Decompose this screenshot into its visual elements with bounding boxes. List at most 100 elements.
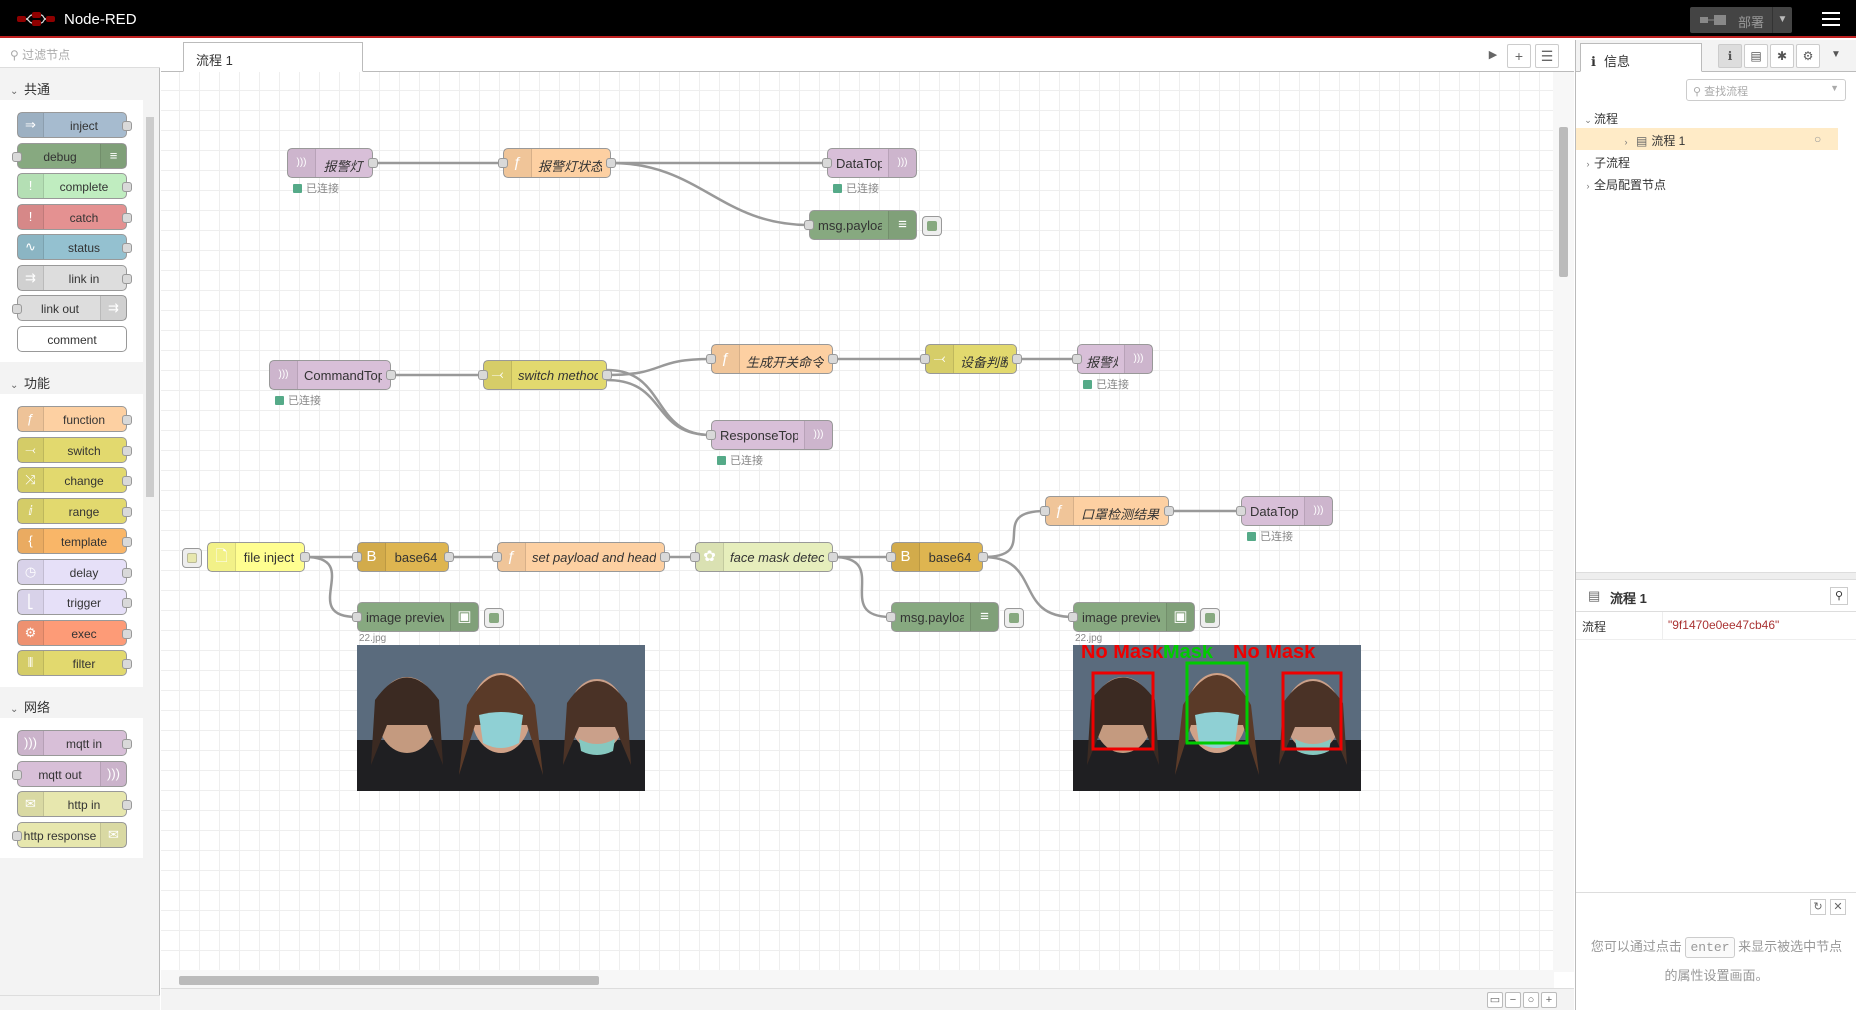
flow-node-n19[interactable]: ≡ msg.payload [886, 602, 1024, 632]
palette-node-change[interactable]: ⤨ change [17, 467, 132, 493]
refresh-icon[interactable]: ↻ [1810, 899, 1826, 915]
output-port[interactable] [1012, 354, 1022, 364]
tab-info[interactable]: ℹ 信息 [1580, 43, 1702, 72]
debug-toggle-button[interactable] [922, 216, 942, 236]
output-port[interactable] [444, 552, 454, 562]
flow-node-n5[interactable]: ))) CommandTopic [269, 360, 396, 390]
palette-node-complete[interactable]: ! complete [17, 173, 132, 199]
flow-node-n12[interactable]: Bbase64 [352, 542, 454, 572]
canvas-horizontal-scrollbar[interactable] [161, 970, 1554, 988]
input-port[interactable] [478, 370, 488, 380]
flow-node-n16[interactable]: ƒ 口罩检测结果 [1040, 496, 1174, 526]
input-port[interactable] [498, 158, 508, 168]
inject-trigger-button[interactable] [182, 548, 202, 568]
output-port[interactable] [368, 158, 378, 168]
debug-bug-icon[interactable]: ✱ [1770, 44, 1794, 68]
tree-flow-1[interactable]: › ▤ 流程 1 ○ [1576, 128, 1838, 150]
zoom-in-button[interactable]: + [1541, 992, 1557, 1008]
sidebar-splitter[interactable] [1576, 572, 1856, 580]
palette-category-header[interactable]: ⌄ 共通 [0, 70, 143, 100]
debug-toggle-button[interactable] [484, 608, 504, 628]
flow-node-n15[interactable]: Bbase64 [886, 542, 988, 572]
output-port[interactable] [660, 552, 670, 562]
flow-node-n2[interactable]: ƒ 报警灯状态 [498, 148, 616, 178]
output-port[interactable] [828, 552, 838, 562]
find-flow-input[interactable]: ⚲ 查找流程 ▼ [1686, 79, 1846, 101]
palette-node-delay[interactable]: ◷ delay [17, 558, 132, 585]
flow-node-n9[interactable]: ))) 报警灯 [1072, 344, 1153, 374]
palette-category-header[interactable]: ⌄ 网络 [0, 688, 143, 718]
wire[interactable] [606, 378, 712, 437]
flow-node-n20[interactable]: ▣ image preview [1068, 602, 1220, 632]
add-flow-button[interactable]: + [1507, 44, 1531, 68]
scroll-tabs-right-icon[interactable]: ▶ [1481, 44, 1505, 68]
output-port[interactable] [602, 370, 612, 380]
palette-node-range[interactable]: ⅈ range [17, 497, 132, 524]
zoom-out-button[interactable]: − [1505, 992, 1521, 1008]
palette-node-debug[interactable]: ≡ debug [12, 142, 127, 169]
sidebar-menu-chevron-icon[interactable]: ▼ [1824, 44, 1848, 68]
tree-subflows[interactable]: › 子流程 [1576, 150, 1838, 172]
output-port[interactable] [386, 370, 396, 380]
debug-toggle-button[interactable] [1200, 608, 1220, 628]
wire[interactable] [832, 555, 892, 619]
flow-node-n14[interactable]: ✿ face mask detect [690, 542, 838, 572]
wire[interactable] [304, 555, 358, 619]
palette-node-comment[interactable]: comment [17, 325, 127, 352]
palette-node-function[interactable]: ƒ function [17, 406, 132, 432]
flow-canvas[interactable]: )))报警灯已连接ƒ报警灯状态)))DataTopic已连接≡msg.paylo… [161, 72, 1554, 970]
canvas-vertical-scrollbar[interactable] [1553, 72, 1574, 972]
flow-node-n6[interactable]: ⤙ switch method [478, 360, 612, 390]
palette-filter-input[interactable]: ⚲ 过滤节点 [0, 40, 160, 68]
palette-node-mqtt-in[interactable]: ))) mqtt in [17, 730, 132, 756]
wire[interactable] [982, 509, 1046, 559]
input-port[interactable] [690, 552, 700, 562]
close-icon[interactable]: ✕ [1830, 899, 1846, 915]
zoom-reset-button[interactable]: ○ [1523, 992, 1539, 1008]
palette-category-header[interactable]: ⌄ 功能 [0, 364, 143, 394]
input-port[interactable] [492, 552, 502, 562]
palette-node-trigger[interactable]: ⎣ trigger [17, 589, 132, 615]
palette-node-switch[interactable]: ⤙ switch [17, 436, 132, 463]
palette-node-http-response[interactable]: ✉ http response [12, 821, 127, 848]
search-options-chevron-icon[interactable]: ▼ [1830, 83, 1839, 93]
flow-node-n3[interactable]: ))) DataTopic [822, 148, 917, 178]
config-gear-icon[interactable]: ⚙ [1796, 44, 1820, 68]
input-port[interactable] [1236, 506, 1246, 516]
flow-node-n8[interactable]: ⤙ 设备判断 [920, 344, 1022, 374]
navigator-icon[interactable]: ▭ [1487, 992, 1503, 1008]
input-port[interactable] [706, 430, 716, 440]
input-port[interactable] [352, 612, 362, 622]
tree-global-config[interactable]: › 全局配置节点 [1576, 172, 1838, 194]
output-port[interactable] [978, 552, 988, 562]
input-port[interactable] [1068, 612, 1078, 622]
output-port[interactable] [828, 354, 838, 364]
palette-node-mqtt-out[interactable]: ))) mqtt out [12, 760, 127, 787]
palette-node-link-out[interactable]: ⇉ link out [12, 295, 127, 321]
tab-flow-1[interactable]: 流程 1 [183, 42, 363, 72]
palette-node-http-in[interactable]: ✉ http in [17, 791, 132, 817]
palette-node-inject[interactable]: ⇒ inject [17, 112, 132, 138]
flow-node-n18[interactable]: ▣ image preview [352, 602, 504, 632]
search-icon[interactable]: ⚲ [1830, 587, 1848, 605]
flow-node-n17[interactable]: ))) DataTopic [1236, 496, 1333, 526]
input-port[interactable] [1072, 354, 1082, 364]
output-port[interactable] [300, 552, 310, 562]
input-port[interactable] [886, 612, 896, 622]
input-port[interactable] [1040, 506, 1050, 516]
wire[interactable] [606, 368, 712, 437]
palette-node-catch[interactable]: ! catch [17, 203, 132, 230]
wire[interactable] [610, 161, 810, 227]
list-flows-button[interactable]: ☰ [1535, 44, 1559, 68]
main-menu-icon[interactable] [1820, 8, 1842, 30]
deploy-button[interactable]: 部署 ▼ [1690, 7, 1792, 33]
palette-node-template[interactable]: {template [17, 528, 132, 554]
flow-node-n10[interactable]: ))) ResponseTopic [706, 420, 833, 450]
palette-node-exec[interactable]: ⚙ exec [17, 619, 132, 646]
flow-node-n1[interactable]: ))) 报警灯 [287, 148, 378, 178]
flow-node-n4[interactable]: ≡ msg.payload [804, 210, 942, 240]
input-port[interactable] [706, 354, 716, 364]
palette-scrollbar[interactable] [146, 117, 154, 497]
debug-toggle-button[interactable] [1004, 608, 1024, 628]
deploy-options-chevron-icon[interactable]: ▼ [1772, 7, 1792, 33]
